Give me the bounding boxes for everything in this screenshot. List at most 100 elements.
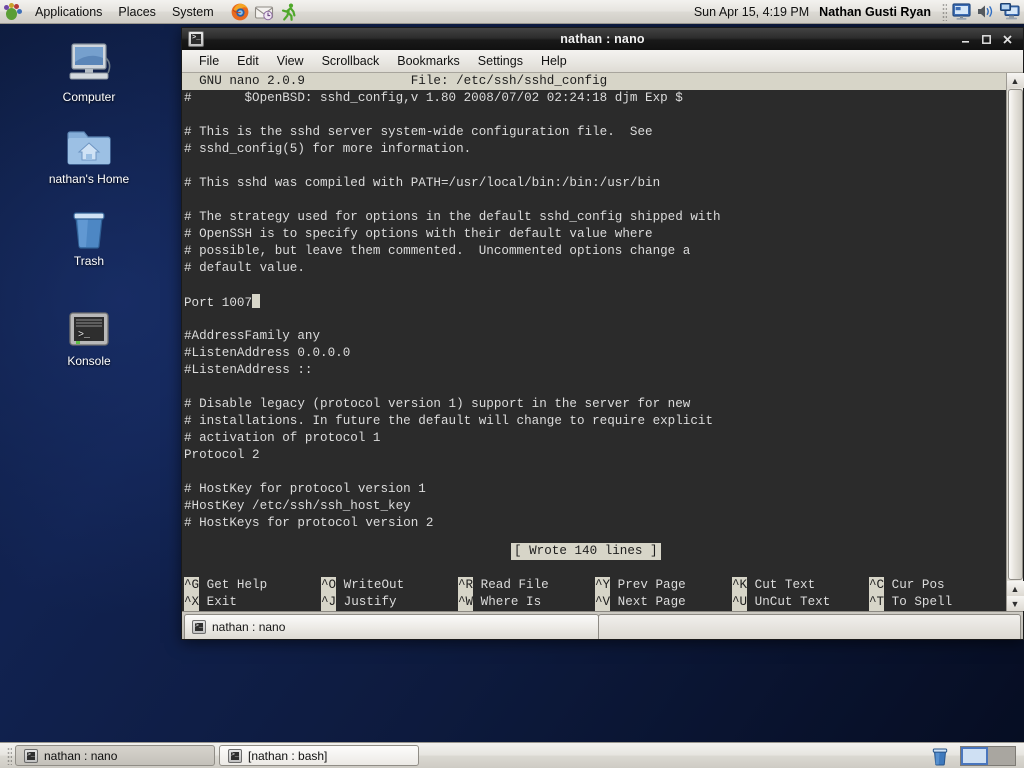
menu-applications[interactable]: Applications bbox=[28, 2, 109, 22]
nano-shortcut-label: Exit bbox=[199, 594, 237, 611]
nano-shortcut[interactable]: ^K Cut Text bbox=[732, 577, 869, 594]
desktop-icon-computer[interactable]: Computer bbox=[29, 36, 149, 104]
menu-help[interactable]: Help bbox=[532, 51, 576, 71]
nano-shortcut-key: ^J bbox=[321, 594, 336, 611]
volume-icon[interactable] bbox=[975, 2, 997, 22]
desktop-icon-trash[interactable]: Trash bbox=[29, 200, 149, 268]
taskbar-item-bash[interactable]: >_ [nathan : bash] bbox=[219, 745, 419, 766]
konsole-tab-label: nathan : nano bbox=[212, 620, 285, 634]
minimize-icon[interactable] bbox=[959, 33, 972, 46]
nano-shortcut[interactable]: ^T To Spell bbox=[869, 594, 1006, 611]
nano-shortcut-key: ^C bbox=[869, 577, 884, 594]
nano-line bbox=[182, 277, 1006, 294]
panel-handle bbox=[7, 747, 12, 765]
scroll-down-icon[interactable]: ▼ bbox=[1007, 596, 1024, 611]
text-cursor bbox=[252, 294, 260, 308]
maximize-icon[interactable] bbox=[980, 33, 993, 46]
nano-shortcut-label: To Spell bbox=[884, 594, 952, 611]
nano-shortcut[interactable]: ^R Read File bbox=[458, 577, 595, 594]
terminal-area: GNU nano 2.0.9 File: /etc/ssh/sshd_confi… bbox=[182, 73, 1023, 611]
nano-shortcut-key: ^W bbox=[458, 594, 473, 611]
taskbar-item-nano[interactable]: >_ nathan : nano bbox=[15, 745, 215, 766]
workspace-pager[interactable] bbox=[960, 746, 1016, 766]
nano-line: # installations. In future the default w… bbox=[182, 413, 1006, 430]
nano-line bbox=[182, 464, 1006, 481]
nano-shortcut[interactable]: ^U UnCut Text bbox=[732, 594, 869, 611]
nano-shortcut-label: Read File bbox=[473, 577, 549, 594]
nano-shortcut[interactable]: ^Y Prev Page bbox=[595, 577, 732, 594]
firefox-icon[interactable] bbox=[230, 2, 252, 22]
evolution-mail-icon[interactable] bbox=[254, 2, 276, 22]
nano-shortcut-key: ^X bbox=[184, 594, 199, 611]
nano-shortcut-label: Next Page bbox=[610, 594, 686, 611]
run-app-icon[interactable] bbox=[278, 2, 300, 22]
desktop-icon-label: Konsole bbox=[29, 354, 149, 368]
nano-shortcut[interactable]: ^V Next Page bbox=[595, 594, 732, 611]
nano-shortcut-key: ^K bbox=[732, 577, 747, 594]
nano-line: # activation of protocol 1 bbox=[182, 430, 1006, 447]
terminal-scrollbar[interactable]: ▲ ▲ ▼ bbox=[1006, 73, 1023, 611]
nano-titlebar: GNU nano 2.0.9 File: /etc/ssh/sshd_confi… bbox=[182, 73, 1006, 90]
close-icon[interactable] bbox=[1001, 33, 1014, 46]
desktop-icon-home[interactable]: nathan's Home bbox=[29, 118, 149, 186]
nano-line: # sshd_config(5) for more information. bbox=[182, 141, 1006, 158]
nano-line bbox=[182, 158, 1006, 175]
menu-view[interactable]: View bbox=[268, 51, 313, 71]
network-icon[interactable] bbox=[999, 2, 1023, 22]
nano-editor[interactable]: GNU nano 2.0.9 File: /etc/ssh/sshd_confi… bbox=[182, 73, 1006, 611]
trash-icon[interactable] bbox=[930, 746, 950, 766]
menu-bookmarks[interactable]: Bookmarks bbox=[388, 51, 469, 71]
menu-system[interactable]: System bbox=[165, 2, 221, 22]
display-icon[interactable] bbox=[951, 2, 973, 22]
nano-shortcut[interactable]: ^G Get Help bbox=[184, 577, 321, 594]
nano-line: #HostKey /etc/ssh/ssh_host_key bbox=[182, 498, 1006, 515]
workspace-1[interactable] bbox=[961, 747, 988, 765]
scroll-up-icon[interactable]: ▲ bbox=[1007, 73, 1024, 88]
konsole-tab[interactable]: >_ nathan : nano bbox=[184, 614, 599, 639]
konsole-window[interactable]: >_ nathan : nano File Edit View Scrollba… bbox=[181, 27, 1024, 640]
nano-line: # possible, but leave them commented. Un… bbox=[182, 243, 1006, 260]
konsole-icon: >_ bbox=[188, 31, 204, 47]
nano-line bbox=[182, 379, 1006, 396]
nano-shortcut-label: Cur Pos bbox=[884, 577, 944, 594]
nano-status-message: [ Wrote 140 lines ] bbox=[511, 543, 661, 560]
nano-shortcut[interactable]: ^O WriteOut bbox=[321, 577, 458, 594]
nano-shortcut-key: ^R bbox=[458, 577, 473, 594]
nano-line: # HostKey for protocol version 1 bbox=[182, 481, 1006, 498]
menu-places[interactable]: Places bbox=[111, 2, 163, 22]
scrollbar-track[interactable] bbox=[1007, 88, 1024, 581]
nano-line: # This sshd was compiled with PATH=/usr/… bbox=[182, 175, 1006, 192]
computer-icon bbox=[29, 36, 149, 86]
taskbar-item-label: [nathan : bash] bbox=[248, 749, 327, 763]
nano-shortcut[interactable]: ^W Where Is bbox=[458, 594, 595, 611]
nano-line: Port 1007 bbox=[182, 294, 1006, 311]
desktop-icon-konsole[interactable]: >_ Konsole bbox=[29, 300, 149, 368]
nano-shortcut-key: ^T bbox=[869, 594, 884, 611]
nano-shortcut-key: ^G bbox=[184, 577, 199, 594]
clock[interactable]: Sun Apr 15, 4:19 PM bbox=[688, 5, 815, 19]
bottom-panel: >_ nathan : nano >_ [nathan : bash] bbox=[0, 742, 1024, 768]
menu-file[interactable]: File bbox=[190, 51, 228, 71]
menu-edit[interactable]: Edit bbox=[228, 51, 268, 71]
scroll-up-icon-2[interactable]: ▲ bbox=[1007, 581, 1024, 596]
nano-text-body[interactable]: # $OpenBSD: sshd_config,v 1.80 2008/07/0… bbox=[182, 90, 1006, 532]
menu-settings[interactable]: Settings bbox=[469, 51, 532, 71]
bottom-panel-right bbox=[930, 746, 1020, 766]
nano-shortcut[interactable]: ^X Exit bbox=[184, 594, 321, 611]
gnome-foot-icon[interactable] bbox=[4, 3, 22, 21]
nano-line: # The strategy used for options in the d… bbox=[182, 209, 1006, 226]
nano-line: #ListenAddress :: bbox=[182, 362, 1006, 379]
nano-shortcut[interactable]: ^C Cur Pos bbox=[869, 577, 1006, 594]
nano-shortcut-label: UnCut Text bbox=[747, 594, 830, 611]
window-titlebar[interactable]: >_ nathan : nano bbox=[182, 28, 1023, 50]
nano-shortcut-label: Justify bbox=[336, 594, 396, 611]
workspace-2[interactable] bbox=[988, 747, 1015, 765]
nano-shortcut-row-1: ^G Get Help^O WriteOut^R Read File^Y Pre… bbox=[182, 577, 1006, 594]
trash-icon bbox=[29, 200, 149, 250]
nano-shortcut[interactable]: ^J Justify bbox=[321, 594, 458, 611]
username-label[interactable]: Nathan Gusti Ryan bbox=[815, 5, 939, 19]
scrollbar-thumb[interactable] bbox=[1008, 89, 1023, 580]
nano-line: # default value. bbox=[182, 260, 1006, 277]
nano-line: # OpenSSH is to specify options with the… bbox=[182, 226, 1006, 243]
menu-scrollback[interactable]: Scrollback bbox=[313, 51, 389, 71]
